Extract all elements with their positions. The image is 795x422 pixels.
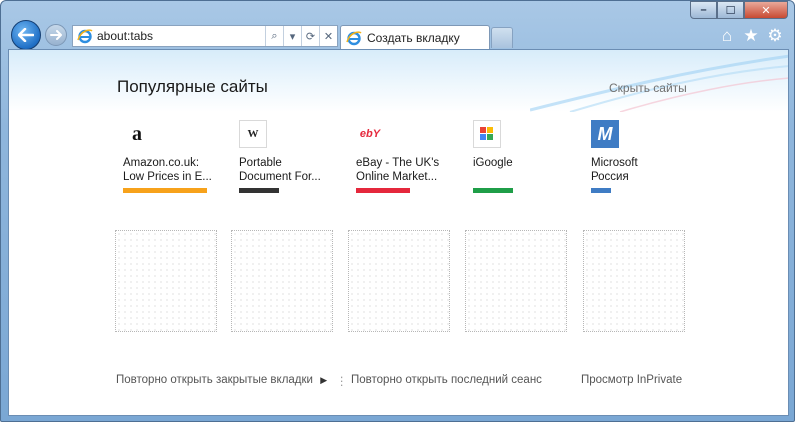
site-name[interactable]: Microsoft Россия (591, 156, 683, 184)
tab-new-tab[interactable]: Создать вкладку (340, 25, 490, 49)
empty-site-tile[interactable] (348, 230, 450, 332)
site-tile-amazon[interactable]: a Amazon.co.uk: Low Prices in E... (117, 120, 217, 193)
usage-bar (239, 188, 279, 193)
address-bar[interactable]: about:tabs ⌕ ▾ ⟳ ✕ (72, 25, 338, 47)
ie-logo-icon (77, 29, 93, 44)
msn-logo-icon: M (591, 120, 619, 148)
toolbar-icons: ⌂ ★ ⚙ (718, 26, 784, 45)
msn-logo-letter: M (597, 123, 613, 144)
page-title: Популярные сайты (117, 77, 268, 96)
search-icon[interactable]: ⌕ (265, 26, 283, 46)
chevron-right-icon: ▶ (320, 375, 328, 385)
refresh-icon[interactable]: ⟳ (301, 26, 319, 46)
empty-site-tile[interactable] (231, 230, 333, 332)
wikipedia-logo-letter: W (247, 128, 259, 140)
favorites-star-icon[interactable]: ★ (742, 26, 760, 45)
maximize-button[interactable]: ☐ (717, 1, 744, 19)
reopen-last-session-link[interactable]: Повторно открыть последний сеанс (351, 374, 542, 386)
empty-site-tile[interactable] (465, 230, 567, 332)
usage-bar (356, 188, 410, 193)
hide-sites-link[interactable]: Скрыть сайты (609, 81, 687, 95)
forward-button[interactable] (45, 24, 67, 46)
site-tile-wikipedia[interactable]: W Portable Document For... (233, 120, 333, 193)
new-tab-button[interactable] (491, 27, 513, 48)
footer-separator: ⋮ (336, 376, 348, 388)
inprivate-link[interactable]: Просмотр InPrivate (581, 374, 682, 386)
tab-title: Создать вкладку (367, 30, 460, 45)
site-tile-ebay[interactable]: ebY eBay - The UK's Online Market... (350, 120, 450, 193)
usage-bar (123, 188, 207, 193)
usage-bar (473, 188, 513, 193)
minimize-button[interactable]: – (690, 1, 717, 19)
back-arrow-icon (18, 28, 34, 42)
new-tab-page: Популярные сайты Скрыть сайты a Amazon.c… (8, 49, 789, 416)
usage-bar (591, 188, 611, 193)
home-icon[interactable]: ⌂ (718, 26, 736, 45)
reopen-closed-tabs-link[interactable]: Повторно открыть закрытые вкладки ▶ (116, 374, 327, 386)
igoogle-squares-icon (480, 127, 493, 140)
site-name[interactable]: eBay - The UK's Online Market... (356, 156, 448, 184)
address-url[interactable]: about:tabs (97, 29, 265, 43)
close-button[interactable]: ✕ (744, 1, 788, 19)
site-tile-microsoft[interactable]: M Microsoft Россия (585, 120, 685, 193)
site-tile-igoogle[interactable]: g iGoogle (467, 120, 567, 193)
back-button[interactable] (11, 20, 41, 50)
wikipedia-logo-icon: W (239, 120, 267, 148)
site-name[interactable]: Portable Document For... (239, 156, 331, 184)
empty-site-tile[interactable] (583, 230, 685, 332)
amazon-logo-icon: a (123, 120, 151, 148)
ie-logo-icon (346, 30, 362, 45)
reopen-closed-tabs-label: Повторно открыть закрытые вкладки (116, 374, 313, 386)
ebay-logo-letters: ebY (359, 128, 381, 140)
igoogle-logo-icon: g (473, 120, 501, 148)
forward-arrow-icon (50, 30, 62, 40)
gear-icon[interactable]: ⚙ (766, 26, 784, 45)
amazon-logo-letter: a (132, 122, 142, 145)
window-caption-buttons: – ☐ ✕ (690, 1, 788, 19)
site-name[interactable]: iGoogle (473, 156, 565, 170)
empty-site-tile[interactable] (115, 230, 217, 332)
stop-icon[interactable]: ✕ (319, 26, 337, 46)
browser-window: – ☐ ✕ about:tabs ⌕ ▾ ⟳ ✕ Создать вкладку… (0, 0, 795, 422)
site-name[interactable]: Amazon.co.uk: Low Prices in E... (123, 156, 215, 184)
dropdown-icon[interactable]: ▾ (283, 26, 301, 46)
ebay-logo-icon: ebY (356, 120, 384, 148)
